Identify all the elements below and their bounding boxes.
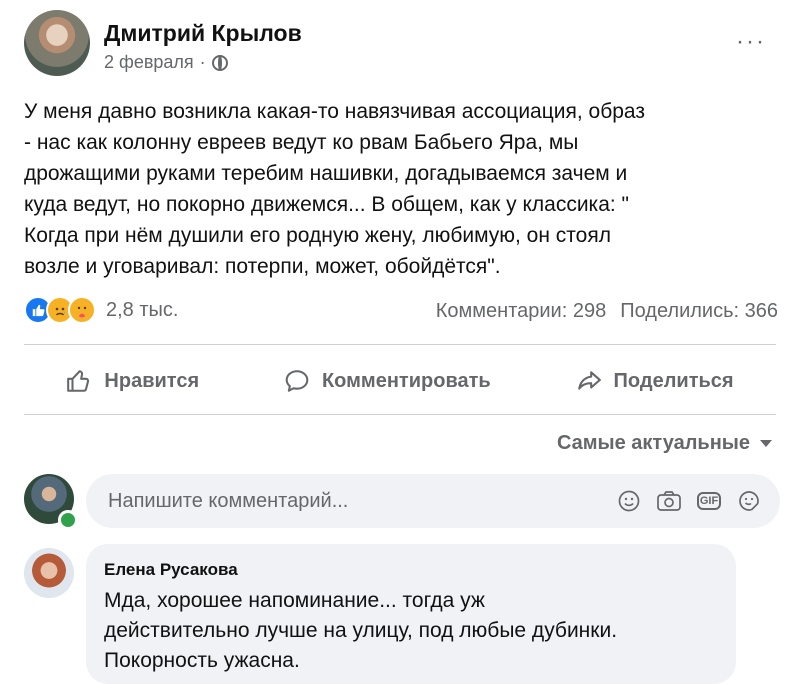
- composer-icons: GIF: [616, 488, 762, 514]
- comment-input-placeholder[interactable]: Напишите комментарий...: [108, 490, 616, 513]
- comment-input[interactable]: Напишите комментарий... GIF: [86, 474, 780, 528]
- sticker-icon[interactable]: [736, 488, 762, 514]
- comment-icon: [285, 370, 309, 392]
- thumbs-up-icon: [67, 370, 90, 392]
- share-icon: [577, 371, 601, 390]
- sort-label: Самые актуальные: [556, 432, 750, 454]
- post-meta: 2 февраля ·: [104, 52, 228, 73]
- more-options-button[interactable]: ···: [736, 28, 766, 56]
- online-status-dot: [58, 510, 78, 530]
- comment-sort-dropdown[interactable]: Самые актуальные: [557, 432, 772, 455]
- camera-icon[interactable]: [656, 488, 682, 514]
- author-avatar[interactable]: [24, 10, 90, 76]
- post-stats: Комментарии: 298 Поделились: 366: [436, 300, 778, 323]
- care-icon: [68, 296, 96, 324]
- reaction-count[interactable]: 2,8 тыс.: [106, 299, 178, 322]
- gif-icon[interactable]: GIF: [696, 488, 722, 514]
- comment-text: Мда, хорошее напоминание... тогда уж дей…: [104, 589, 618, 672]
- comments-count[interactable]: Комментарии: 298: [436, 300, 606, 323]
- comment-button-label: Комментировать: [321, 369, 491, 392]
- emoji-icon[interactable]: [616, 488, 642, 514]
- divider: [24, 344, 776, 345]
- post-author-name[interactable]: Дмитрий Крылов: [104, 20, 302, 47]
- post-text: У меня давно возникла какая-то навязчива…: [24, 100, 645, 278]
- post-actions-bar: Нравится Комментировать Поделиться: [24, 352, 776, 410]
- divider: [24, 414, 776, 415]
- post-date[interactable]: 2 февраля: [104, 52, 194, 73]
- share-button-label: Поделиться: [613, 369, 734, 392]
- gif-label: GIF: [697, 492, 721, 510]
- shares-count[interactable]: Поделились: 366: [620, 300, 778, 323]
- globe-icon: [211, 54, 228, 71]
- meta-separator: ·: [199, 52, 206, 72]
- comment-button[interactable]: Комментировать: [284, 368, 491, 394]
- caret-down-icon: [760, 440, 772, 447]
- like-button-label: Нравится: [104, 369, 200, 392]
- reactions-summary[interactable]: 2,8 тыс.: [24, 296, 178, 324]
- like-button[interactable]: Нравится: [66, 368, 199, 394]
- comment-author[interactable]: Елена Русакова: [104, 560, 238, 580]
- commenter-avatar[interactable]: [24, 548, 74, 598]
- share-button[interactable]: Поделиться: [576, 368, 734, 394]
